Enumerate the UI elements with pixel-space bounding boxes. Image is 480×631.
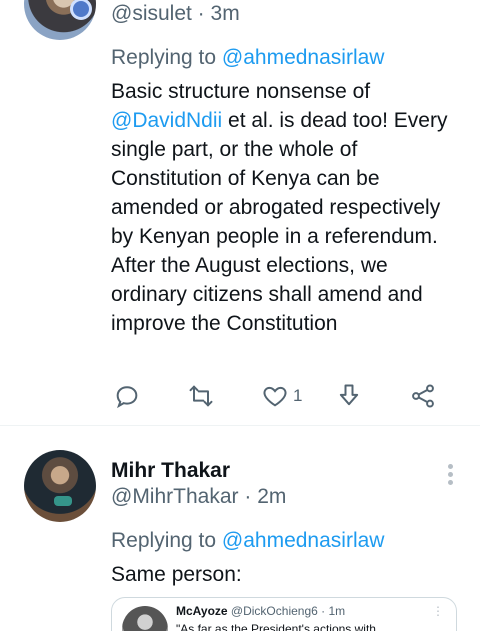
tweet-actions: 1 [111,380,441,412]
like-icon [263,386,287,407]
avatar[interactable] [24,450,96,522]
reply-icon [116,386,138,409]
like-button[interactable]: 1 [261,380,302,412]
quoted-tweet[interactable]: McAyoze @DickOchieng6 · 1m ⋮ "As far as … [111,597,457,631]
tweet-header: @MihrThakar · 2m [111,485,287,508]
quoted-avatar [122,606,168,631]
reply-button[interactable] [113,380,141,412]
mention-link[interactable]: @DavidNdii [111,109,222,132]
quoted-text: "As far as the President's actions with [176,622,376,631]
tweet-text: Basic structure nonsense of @DavidNdii e… [111,80,448,335]
timestamp[interactable]: 3m [211,2,240,25]
display-name[interactable]: Mihr Thakar [111,459,230,483]
like-count: 1 [293,386,303,405]
retweet-button[interactable] [187,380,215,412]
tweet-sisulet[interactable]: @sisulet · 3m Replying to @ahmednasirlaw… [0,0,480,426]
tweet-mihr-thakar[interactable]: Mihr Thakar @MihrThakar · 2m Replying to… [0,427,480,631]
more-options-button[interactable] [442,461,458,489]
avatar[interactable] [24,0,96,40]
tweet-text: Same person: [111,563,242,586]
share-icon [412,384,434,408]
timestamp[interactable]: 2m [257,485,286,508]
share-button[interactable] [409,380,437,412]
user-handle[interactable]: @MihrThakar [111,485,239,508]
download-button[interactable] [335,380,363,412]
tweet-header: @sisulet · 3m [111,2,240,25]
user-handle[interactable]: @sisulet [111,2,192,25]
replying-to-link[interactable]: @ahmednasirlaw [222,46,385,69]
replying-to: Replying to @ahmednasirlaw [111,46,385,69]
replying-to: Replying to @ahmednasirlaw [111,529,385,552]
retweet-icon [189,385,213,407]
replying-to-link[interactable]: @ahmednasirlaw [222,529,385,552]
download-icon [339,384,359,406]
quoted-header: McAyoze @DickOchieng6 · 1m [176,604,346,618]
quoted-more-icon: ⋮ [432,604,444,618]
more-icon [447,464,453,469]
